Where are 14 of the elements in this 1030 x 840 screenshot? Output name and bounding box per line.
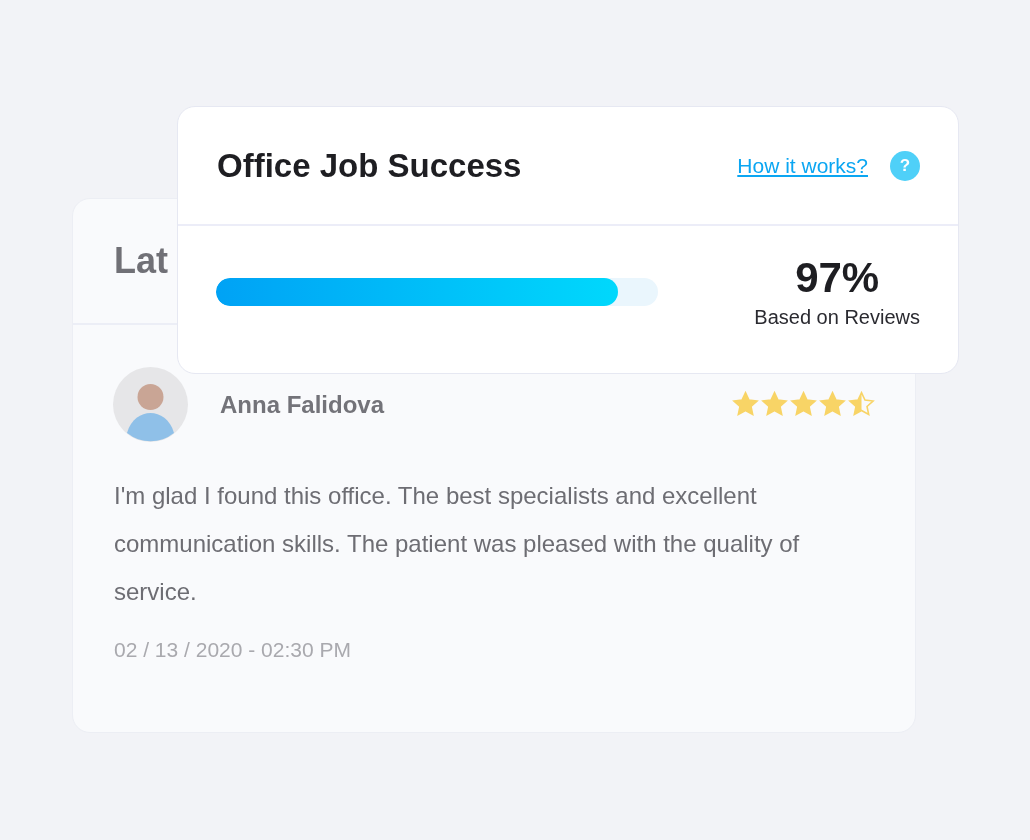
help-button[interactable]: ?	[890, 150, 920, 181]
star-icon	[819, 391, 846, 418]
card-title: Office Job Success	[217, 146, 522, 185]
star-icon	[790, 391, 817, 418]
half-star-icon	[848, 391, 875, 418]
percentage-caption: Based on Reviews	[754, 306, 920, 329]
how-it-works-link[interactable]: How it works?	[737, 153, 868, 178]
review-date: 02 / 13 / 2020 - 02:30 PM	[114, 638, 352, 662]
star-icon	[732, 391, 759, 418]
card-title: Lat	[114, 240, 168, 282]
star-icon	[761, 391, 788, 418]
success-percentage: 97%	[795, 254, 880, 302]
reviewer-name: Anna Falidova	[220, 390, 385, 419]
review-text: I'm glad I found this office. The best specialists and excellent communication skills. The patient was pleased with the quality of service.	[114, 481, 801, 607]
